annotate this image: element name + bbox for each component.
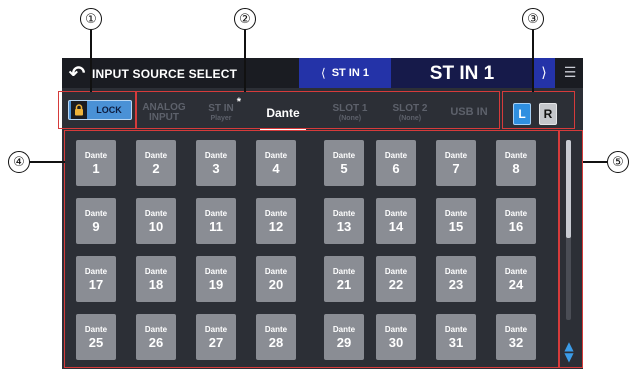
callout-5: ⑤ <box>607 151 629 173</box>
previous-channel-button[interactable]: ⟨ ST IN 1 <box>299 58 391 88</box>
chevron-right-icon: ⟩ <box>541 65 547 81</box>
next-channel-button[interactable]: ⟩ <box>533 58 555 88</box>
callout-5-leader <box>583 161 607 163</box>
callout-3-leader <box>532 30 534 92</box>
callout-4-leader <box>30 161 65 163</box>
page-title: INPUT SOURCE SELECT <box>92 67 238 81</box>
callout-1: ① <box>80 8 102 30</box>
annotation-box-lock <box>58 91 136 129</box>
back-arrow-icon[interactable]: ↶ <box>66 61 88 85</box>
annotation-box-tabs <box>136 91 500 129</box>
callout-3: ③ <box>522 8 544 30</box>
menu-icon[interactable]: ☰ <box>558 58 582 88</box>
callout-4: ④ <box>8 151 30 173</box>
chevron-left-icon: ⟨ <box>321 66 326 80</box>
callout-2: ② <box>234 8 256 30</box>
header-bar: ↶ INPUT SOURCE SELECT ⟨ ST IN 1 ST IN 1 … <box>62 58 583 88</box>
callout-2-leader <box>244 30 246 92</box>
annotation-box-scrollbar <box>558 130 583 368</box>
annotation-box-grid <box>64 130 560 368</box>
callout-1-leader <box>90 30 92 92</box>
annotation-box-lr <box>502 91 575 129</box>
channel-name: ST IN 1 <box>391 58 533 88</box>
previous-channel-label: ST IN 1 <box>331 67 369 79</box>
